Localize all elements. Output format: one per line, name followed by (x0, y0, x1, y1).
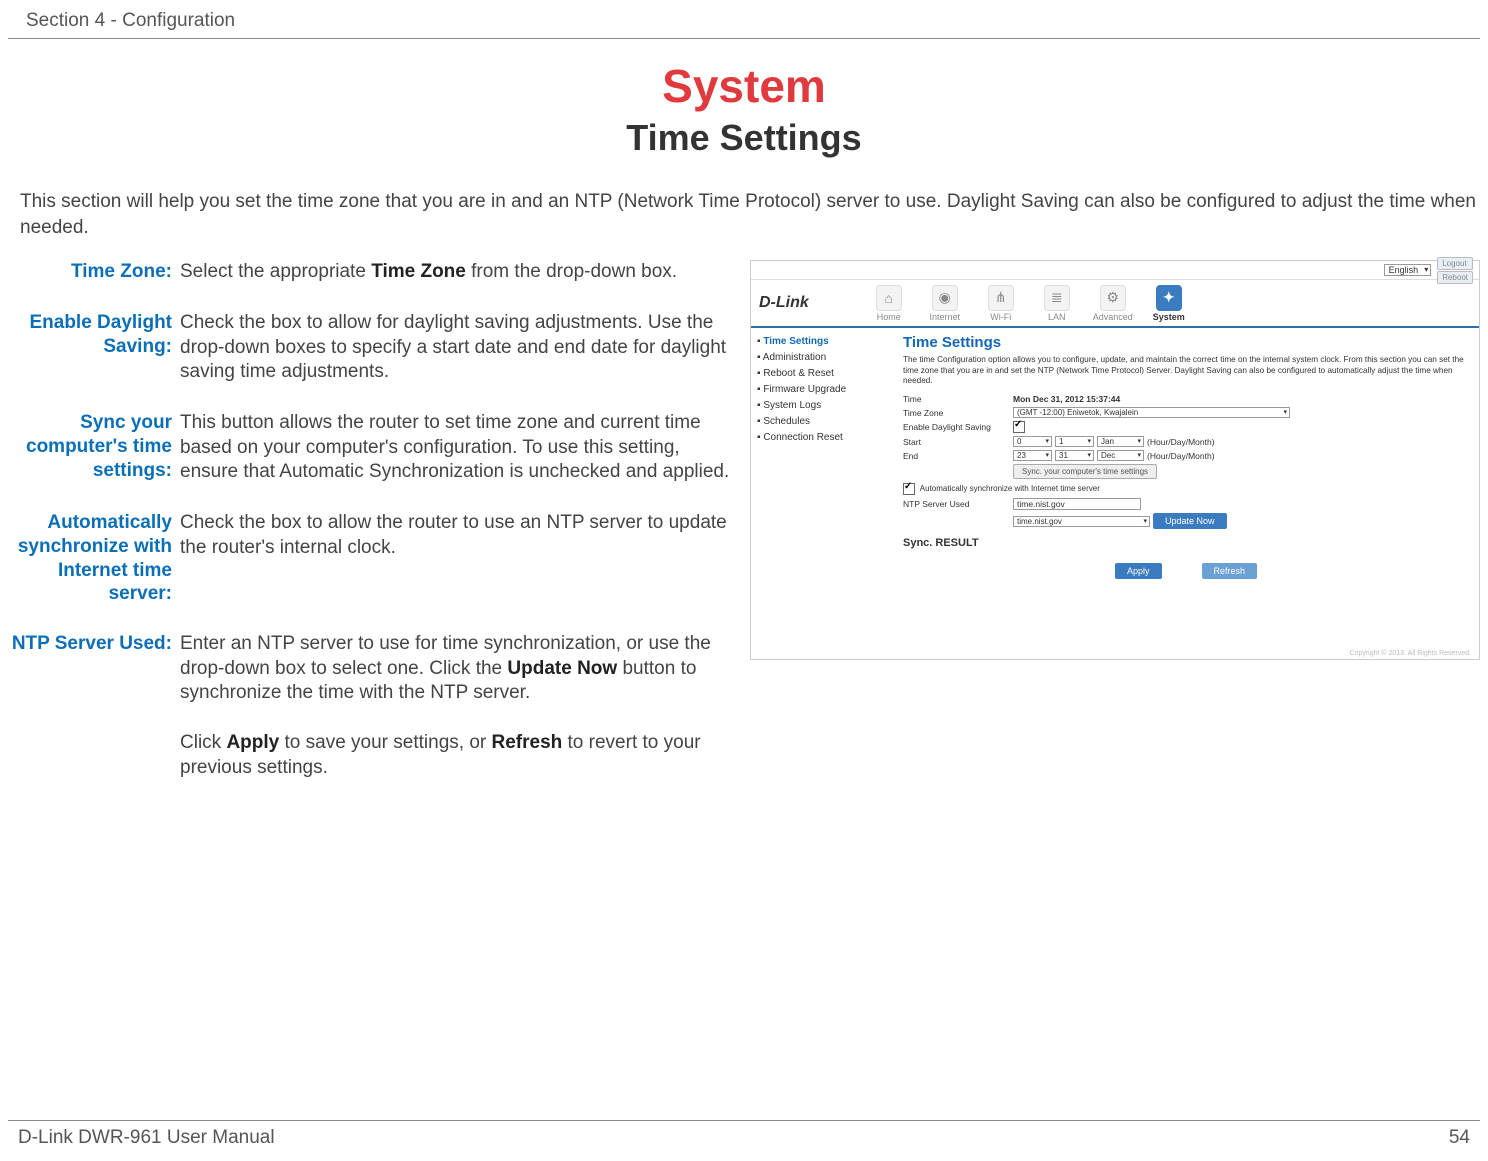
dlink-logo: D-Link (759, 294, 809, 312)
nav-tab-lan[interactable]: ≣LAN (1029, 285, 1085, 322)
sidebar-item-schedules[interactable]: Schedules (757, 416, 887, 427)
def-label: Automatically synchronize with Internet … (0, 511, 180, 606)
lang-select[interactable]: English (1384, 264, 1432, 276)
start-hour[interactable]: 0 (1013, 436, 1052, 447)
nav-tab-internet[interactable]: ◉Internet (917, 285, 973, 322)
sidebar-item-system-logs[interactable]: System Logs (757, 400, 887, 411)
page-subtitle: Time Settings (0, 117, 1488, 159)
nav-tab-wi-fi[interactable]: ⋔Wi-Fi (973, 285, 1029, 322)
section-header: Section 4 - Configuration (8, 10, 1480, 39)
end-hour[interactable]: 23 (1013, 450, 1052, 461)
nav-tab-label: System (1141, 312, 1197, 322)
sidebar-item-reboot-reset[interactable]: Reboot & Reset (757, 368, 887, 379)
panel-desc: The time Configuration option allows you… (903, 355, 1469, 386)
nav-tab-advanced[interactable]: ⚙Advanced (1085, 285, 1141, 322)
home-icon: ⌂ (876, 285, 902, 311)
time-value: Mon Dec 31, 2012 15:37:44 (1013, 394, 1120, 404)
def-label: NTP Server Used: (0, 632, 180, 780)
auto-sync-label: Automatically synchronize with Internet … (920, 484, 1100, 493)
hdm-hint: (Hour/Day/Month) (1147, 451, 1215, 461)
sync-computer-button[interactable]: Sync. your computer's time settings (1013, 464, 1157, 479)
start-month[interactable]: Jan (1097, 436, 1144, 447)
copyright: Copyright © 2013. All Rights Reserved. (1350, 650, 1472, 657)
logout-button[interactable]: Logout (1437, 257, 1473, 270)
wi-fi-icon: ⋔ (988, 285, 1014, 311)
apply-button[interactable]: Apply (1115, 563, 1162, 579)
time-label: Time (903, 394, 1013, 404)
footer-page: 54 (1449, 1127, 1470, 1149)
router-screenshot: English Logout Reboot D-Link ⌂Home◉Inter… (750, 260, 1480, 660)
def-body: Check the box to allow for daylight savi… (180, 311, 740, 385)
sidebar-item-firmware-upgrade[interactable]: Firmware Upgrade (757, 384, 887, 395)
def-body: Enter an NTP server to use for time sync… (180, 632, 740, 780)
ntp-label: NTP Server Used (903, 499, 1013, 509)
hdm-hint: (Hour/Day/Month) (1147, 437, 1215, 447)
end-month[interactable]: Dec (1097, 450, 1144, 461)
advanced-icon: ⚙ (1100, 285, 1126, 311)
sidebar-item-connection-reset[interactable]: Connection Reset (757, 432, 887, 443)
ntp-input[interactable]: time.nist.gov (1013, 498, 1141, 510)
end-label: End (903, 451, 1013, 461)
def-label: Sync your computer's time settings: (0, 411, 180, 485)
def-body: Select the appropriate Time Zone from th… (180, 260, 740, 285)
nav-tab-label: Wi-Fi (973, 312, 1029, 322)
nav-tab-label: Internet (917, 312, 973, 322)
panel-heading: Time Settings (903, 334, 1469, 351)
nav-tab-label: Advanced (1085, 312, 1141, 322)
definition-list: Time Zone:Select the appropriate Time Zo… (0, 260, 740, 806)
tz-label: Time Zone (903, 408, 1013, 418)
footer-left: D-Link DWR-961 User Manual (18, 1127, 275, 1149)
nav-tab-system[interactable]: ✦System (1141, 285, 1197, 322)
sidebar-item-time-settings[interactable]: Time Settings (757, 336, 887, 347)
page-title: System (0, 59, 1488, 113)
refresh-button[interactable]: Refresh (1202, 563, 1258, 579)
system-icon: ✦ (1156, 285, 1182, 311)
ntp-select[interactable]: time.nist.gov (1013, 516, 1150, 527)
nav-tab-label: Home (861, 312, 917, 322)
dst-label: Enable Daylight Saving (903, 422, 1013, 432)
auto-sync-checkbox[interactable] (903, 483, 915, 495)
sidebar: Time Settings Administration Reboot & Rese… (751, 328, 893, 587)
sync-result: Sync. RESULT (903, 537, 1469, 549)
start-day[interactable]: 1 (1055, 436, 1094, 447)
def-label: Time Zone: (0, 260, 180, 285)
lan-icon: ≣ (1044, 285, 1070, 311)
nav-tab-label: LAN (1029, 312, 1085, 322)
reboot-button[interactable]: Reboot (1437, 271, 1473, 284)
nav-tab-home[interactable]: ⌂Home (861, 285, 917, 322)
start-label: Start (903, 437, 1013, 447)
def-body: Check the box to allow the router to use… (180, 511, 740, 606)
intro-text: This section will help you set the time … (20, 189, 1480, 240)
def-body: This button allows the router to set tim… (180, 411, 740, 485)
update-now-button[interactable]: Update Now (1153, 513, 1227, 529)
def-label: Enable Daylight Saving: (0, 311, 180, 385)
sidebar-item-administration[interactable]: Administration (757, 352, 887, 363)
dst-checkbox[interactable] (1013, 421, 1025, 433)
end-day[interactable]: 31 (1055, 450, 1094, 461)
internet-icon: ◉ (932, 285, 958, 311)
tz-select[interactable]: (GMT -12:00) Eniwetok, Kwajalein (1013, 407, 1290, 418)
